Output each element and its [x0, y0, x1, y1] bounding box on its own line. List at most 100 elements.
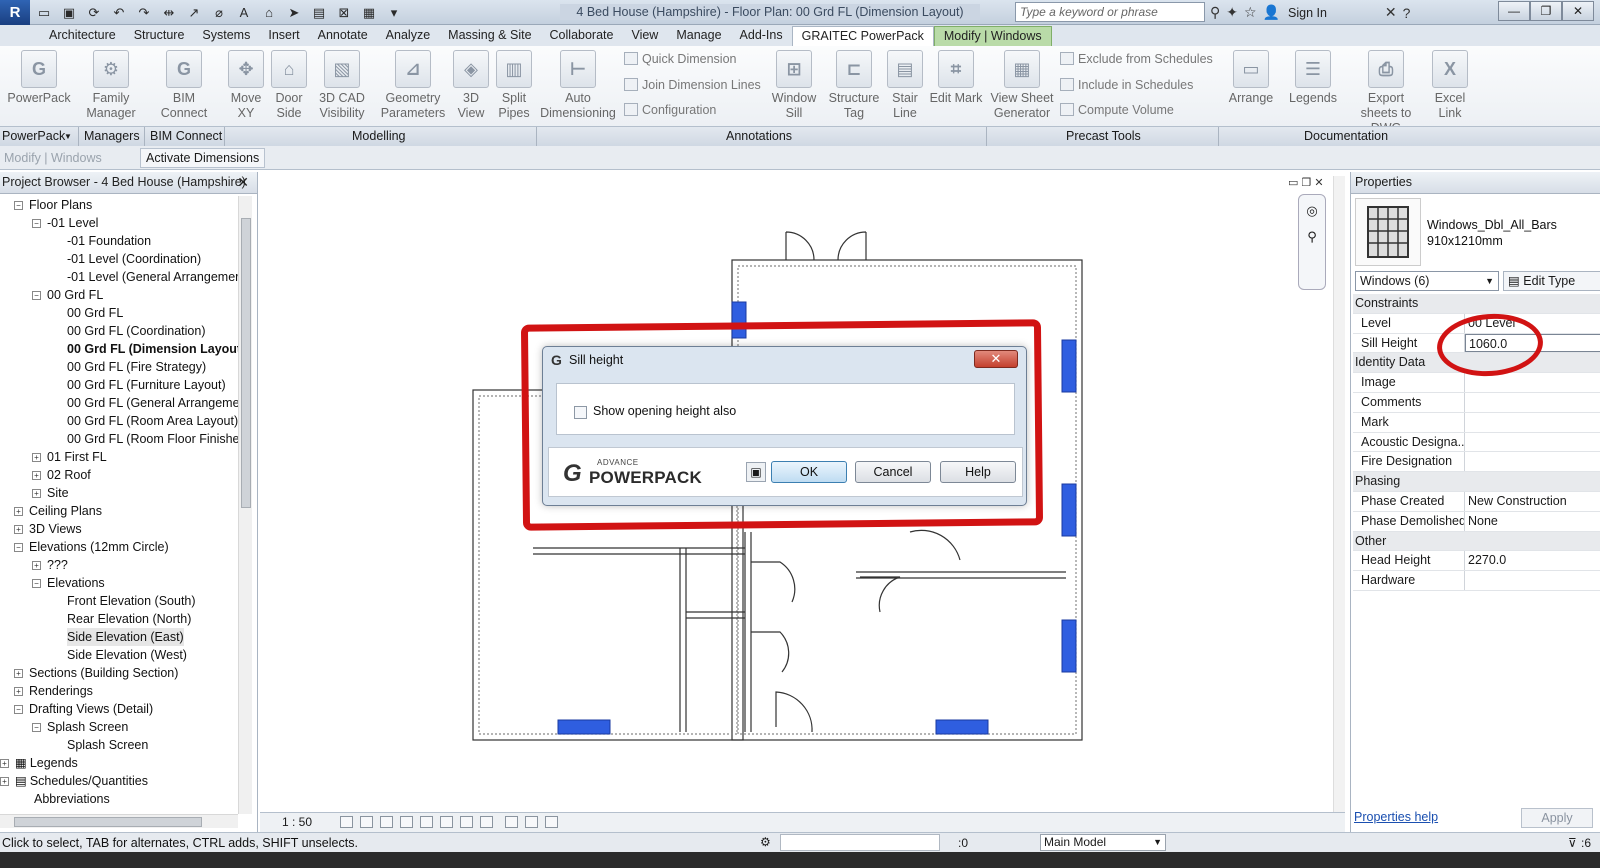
exclude-from-schedules-button[interactable]: Exclude from Schedules [1060, 52, 1213, 66]
tab-analyze[interactable]: Analyze [377, 26, 439, 46]
workset-dropdown[interactable] [780, 834, 940, 851]
property-group[interactable]: Other [1353, 531, 1600, 552]
property-value[interactable] [1465, 393, 1600, 412]
tree-node[interactable]: + Ceiling Plans [14, 502, 102, 520]
activate-dimensions-button[interactable]: Activate Dimensions [140, 148, 266, 168]
filter-icon[interactable]: ⊽ [1568, 836, 1577, 850]
sync-icon[interactable]: ⟳ [83, 3, 105, 23]
tree-node[interactable]: -01 Level (General Arrangemer [67, 268, 238, 286]
undo-icon[interactable]: ↶ [108, 3, 130, 23]
navigation-bar[interactable]: ◎ ⚲ [1298, 194, 1326, 290]
edit-mark-button[interactable]: ⌗ Edit Mark [928, 50, 984, 106]
property-row[interactable]: Phase Created New Construction [1353, 491, 1600, 512]
expand-icon[interactable]: + [0, 759, 9, 768]
tag-icon[interactable]: ⌀ [208, 3, 230, 23]
tree-node[interactable]: Rear Elevation (North) [67, 610, 191, 628]
property-value[interactable] [1465, 571, 1600, 590]
binoculars-icon[interactable]: ⚲ [1210, 4, 1220, 21]
collapse-icon[interactable]: − [32, 219, 41, 228]
tab-manage[interactable]: Manage [667, 26, 730, 46]
collapse-icon[interactable]: − [14, 201, 23, 210]
tab-collaborate[interactable]: Collaborate [541, 26, 623, 46]
3d-view-quick-icon[interactable]: ⌂ [258, 3, 280, 23]
zoom-icon[interactable]: ⚲ [1299, 229, 1325, 245]
tree-node[interactable]: −00 Grd FL [32, 286, 103, 304]
tree-node[interactable]: 00 Grd FL (Room Floor Finishes [67, 430, 238, 448]
property-group[interactable]: Constraints [1353, 294, 1600, 314]
expand-icon[interactable]: + [32, 561, 41, 570]
temporary-hide-icon[interactable] [460, 816, 473, 828]
stair-line-button[interactable]: ▤ Stair Line [886, 50, 924, 121]
application-menu-button[interactable]: R [0, 0, 30, 25]
panel-dropdown-icon[interactable]: ▼ [64, 132, 72, 141]
tree-node[interactable]: Splash Screen [67, 736, 148, 754]
close-hidden-icon[interactable]: ⊠ [333, 3, 355, 23]
highlight-displacement-icon[interactable] [545, 816, 558, 828]
minimize-icon[interactable]: — [1498, 1, 1530, 21]
expand-icon[interactable]: + [14, 687, 23, 696]
property-value[interactable] [1465, 433, 1600, 452]
section-icon[interactable]: ➤ [283, 3, 305, 23]
quick-dimension-button[interactable]: Quick Dimension [624, 52, 736, 66]
search-input[interactable]: Type a keyword or phrase [1015, 2, 1205, 22]
scroll-thumb[interactable] [241, 218, 251, 508]
exchange-icon[interactable]: ✕ [1385, 4, 1397, 21]
view-scale[interactable]: 1 : 50 [282, 815, 312, 829]
include-in-schedules-button[interactable]: Include in Schedules [1060, 78, 1193, 92]
expand-icon[interactable]: + [32, 471, 41, 480]
browser-vertical-scrollbar[interactable] [238, 196, 252, 814]
redo-icon[interactable]: ↷ [133, 3, 155, 23]
property-row[interactable]: Hardware [1353, 571, 1600, 591]
shadows-icon[interactable] [400, 816, 413, 828]
expand-icon[interactable]: + [14, 507, 23, 516]
expand-icon[interactable]: + [0, 777, 9, 786]
switch-windows-icon[interactable]: ▦ [358, 3, 380, 23]
detail-level-icon[interactable] [340, 816, 353, 828]
tree-node[interactable]: -01 Foundation [67, 232, 151, 250]
tree-node[interactable]: − Elevations (12mm Circle) [14, 538, 169, 556]
3d-cad-visibility-button[interactable]: ▧ 3D CAD Visibility [314, 50, 370, 121]
tab-modify-windows[interactable]: Modify | Windows [933, 26, 1052, 46]
instance-filter-dropdown[interactable]: Windows (6) ▼ [1355, 271, 1499, 291]
view-sheet-generator-button[interactable]: ▦ View Sheet Generator [990, 50, 1054, 121]
panel-label-powerpack[interactable]: PowerPack [2, 129, 65, 143]
view-restore-controls[interactable]: ▭ ❐ ✕ [1288, 176, 1324, 189]
restore-icon[interactable]: ❐ [1530, 1, 1562, 21]
tree-node[interactable]: 00 Grd FL (Furniture Layout) [67, 376, 226, 394]
crop-view-icon[interactable] [420, 816, 433, 828]
design-option-dropdown[interactable]: Main Model ▼ [1040, 834, 1166, 851]
property-value[interactable]: None [1465, 512, 1600, 531]
property-row[interactable]: Head Height 2270.0 [1353, 551, 1600, 572]
tab-massing-site[interactable]: Massing & Site [439, 26, 540, 46]
tree-node[interactable]: + Site [32, 484, 69, 502]
tree-node[interactable]: − Splash Screen [32, 718, 128, 736]
canvas-vertical-scrollbar[interactable] [1333, 176, 1345, 812]
tab-add-ins[interactable]: Add-Ins [731, 26, 792, 46]
expand-icon[interactable]: + [32, 453, 41, 462]
worksets-icon[interactable]: ⚙ [760, 835, 771, 849]
tab-graitec-powerpack[interactable]: GRAITEC PowerPack [791, 26, 934, 46]
structure-tag-button[interactable]: ⊏ Structure Tag [826, 50, 882, 121]
property-value[interactable]: 2270.0 [1465, 551, 1600, 570]
tree-node[interactable]: − -01 Level [32, 214, 98, 232]
close-icon[interactable]: ✕ [1562, 1, 1594, 21]
thin-lines-icon[interactable]: ▤ [308, 3, 330, 23]
close-icon[interactable]: ✕ [237, 172, 249, 193]
tree-node[interactable]: + Renderings [14, 682, 93, 700]
collapse-icon[interactable]: − [32, 723, 41, 732]
dimension-icon[interactable]: ↗ [183, 3, 205, 23]
steering-wheel-icon[interactable]: ◎ [1299, 203, 1325, 219]
show-crop-icon[interactable] [440, 816, 453, 828]
tree-node[interactable]: 00 Grd FL (Room Area Layout) [67, 412, 238, 430]
sun-path-icon[interactable] [380, 816, 393, 828]
tree-node[interactable]: + ▤ Schedules/Quantities [0, 772, 148, 790]
edit-type-button[interactable]: ▤ Edit Type [1503, 271, 1600, 291]
property-group[interactable]: Phasing [1353, 472, 1600, 492]
apply-button[interactable]: Apply [1521, 808, 1593, 828]
user-icon[interactable]: 👤 [1263, 4, 1280, 21]
window-sill-button[interactable]: ⊞ Window Sill [768, 50, 820, 121]
tree-node[interactable]: +3D Views [14, 520, 82, 538]
tree-node[interactable]: − Floor Plans [14, 196, 92, 214]
tree-node[interactable]: 00 Grd FL (Fire Strategy) [67, 358, 206, 376]
excel-link-button[interactable]: X Excel Link [1430, 50, 1470, 121]
